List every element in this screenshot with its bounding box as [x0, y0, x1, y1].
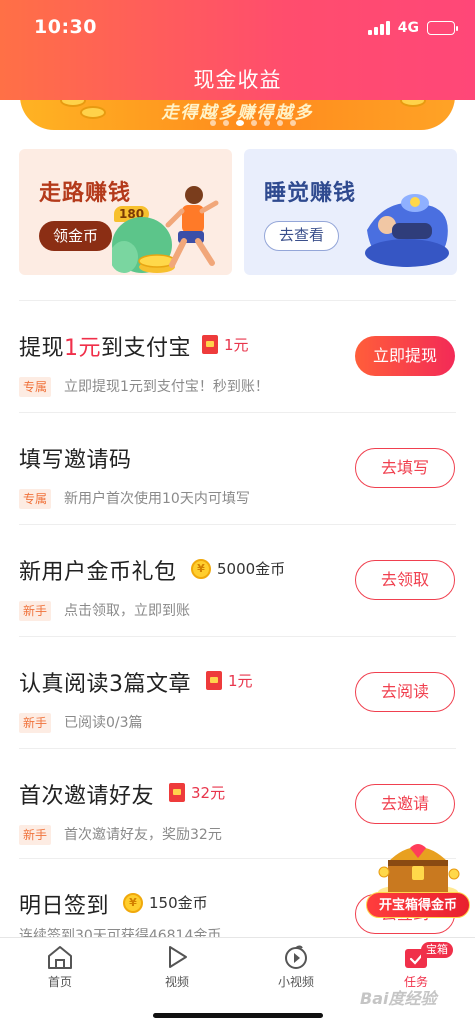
- reward-value: 150金币: [149, 894, 208, 912]
- task-tag: 新手: [19, 713, 52, 733]
- reward-value: 1元: [228, 672, 253, 690]
- task-title: 填写邀请码: [19, 448, 132, 473]
- app-header: 10:30 4G 现金收益: [0, 0, 475, 100]
- reward-value: 5000金币: [217, 560, 286, 578]
- task-desc: 新用户首次使用10天内可填写: [64, 491, 250, 507]
- tab-badge: 宝箱: [421, 942, 453, 958]
- task-reward: ¥ 5000金币: [191, 558, 285, 579]
- home-indicator[interactable]: [153, 1013, 323, 1018]
- view-sleep-button[interactable]: 去查看: [264, 221, 340, 251]
- network-type: 4G: [397, 20, 419, 36]
- task-reward: 32元: [169, 782, 225, 803]
- task-desc: 立即提现1元到支付宝！秒到账！: [64, 379, 269, 395]
- task-title-part: 提现: [19, 336, 65, 361]
- tab-label: 小视频: [277, 975, 314, 989]
- divider: [19, 524, 456, 525]
- divider: [19, 636, 456, 637]
- status-time: 10:30: [34, 16, 97, 38]
- invite-button[interactable]: 去邀请: [355, 784, 455, 824]
- home-icon: [48, 946, 72, 969]
- battery-icon: [427, 21, 458, 35]
- carousel-dots: [210, 120, 296, 126]
- short-video-icon: [285, 945, 307, 969]
- runner-illustration: [112, 186, 219, 273]
- task-title-part: 到支付宝: [101, 336, 192, 361]
- promo-banner[interactable]: 走得越多赚得越多: [20, 96, 455, 130]
- task-title: 新用户金币礼包: [19, 560, 177, 585]
- task-reward: 1元: [206, 670, 253, 691]
- collect-coins-button[interactable]: 领金币: [39, 221, 113, 251]
- treasure-chest-button[interactable]: 开宝箱得金币: [366, 832, 470, 924]
- task-new-user-gift: 新用户金币礼包 ¥ 5000金币 新手 点击领取，立即到账 去领取: [0, 524, 475, 636]
- task-desc: 点击领取，立即到账: [64, 603, 190, 619]
- reward-value: 1元: [224, 336, 249, 354]
- red-envelope-icon: [206, 671, 222, 690]
- task-tag: 新手: [19, 601, 52, 621]
- divider: [19, 412, 456, 413]
- fill-code-button[interactable]: 去填写: [355, 448, 455, 488]
- task-title: 首次邀请好友: [19, 784, 155, 809]
- task-title: 明日签到: [19, 894, 110, 919]
- page-title: 现金收益: [193, 68, 282, 92]
- task-title: 提现1元到支付宝: [19, 330, 191, 362]
- tab-tasks[interactable]: 任务 宝箱: [376, 942, 456, 990]
- task-title: 认真阅读3篇文章: [19, 672, 191, 697]
- divider: [19, 300, 456, 301]
- sleep-card-title: 睡觉赚钱: [264, 181, 357, 206]
- task-tag: 专属: [19, 489, 52, 509]
- task-title-highlight: 1元: [64, 336, 102, 361]
- tab-short-video[interactable]: 小视频: [256, 944, 336, 990]
- tab-label: 首页: [47, 975, 72, 989]
- task-tag: 新手: [19, 825, 52, 845]
- coin-icon: ¥: [123, 892, 143, 913]
- coin-icon: ¥: [191, 558, 211, 579]
- treasure-chest-label: 开宝箱得金币: [366, 892, 470, 918]
- sleep-earn-card[interactable]: 睡觉赚钱 去查看: [244, 149, 457, 275]
- task-withdraw: 提现1元到支付宝 1元 专属 立即提现1元到支付宝！秒到账！ 立即提现: [0, 300, 475, 412]
- tab-home[interactable]: 首页: [20, 944, 100, 990]
- task-invite-code: 填写邀请码 专属 新用户首次使用10天内可填写 去填写: [0, 412, 475, 524]
- status-icons: 4G: [367, 20, 458, 36]
- task-desc: 已阅读0/3篇: [64, 715, 143, 731]
- task-reward: 1元: [202, 334, 249, 355]
- status-bar: 10:30 4G: [0, 0, 475, 56]
- withdraw-now-button[interactable]: 立即提现: [355, 336, 455, 376]
- red-envelope-icon: [169, 783, 185, 802]
- red-envelope-icon: [202, 335, 218, 354]
- task-tag: 专属: [19, 377, 52, 397]
- read-button[interactable]: 去阅读: [355, 672, 455, 712]
- task-reward: ¥ 150金币: [123, 892, 208, 913]
- task-desc: 首次邀请好友，奖励32元: [64, 827, 222, 843]
- sleeper-illustration: [365, 194, 449, 267]
- tab-label: 视频: [164, 975, 189, 989]
- signal-icon: [367, 21, 390, 35]
- task-read-articles: 认真阅读3篇文章 1元 新手 已阅读0/3篇 去阅读: [0, 636, 475, 748]
- play-icon: [169, 946, 187, 968]
- tab-video[interactable]: 视频: [137, 944, 217, 990]
- reward-value: 32元: [191, 784, 226, 802]
- divider: [19, 748, 456, 749]
- walk-earn-card[interactable]: 走路赚钱 领金币 180: [19, 149, 232, 275]
- claim-gift-button[interactable]: 去领取: [355, 560, 455, 600]
- watermark: Bai度经验: [360, 989, 437, 1008]
